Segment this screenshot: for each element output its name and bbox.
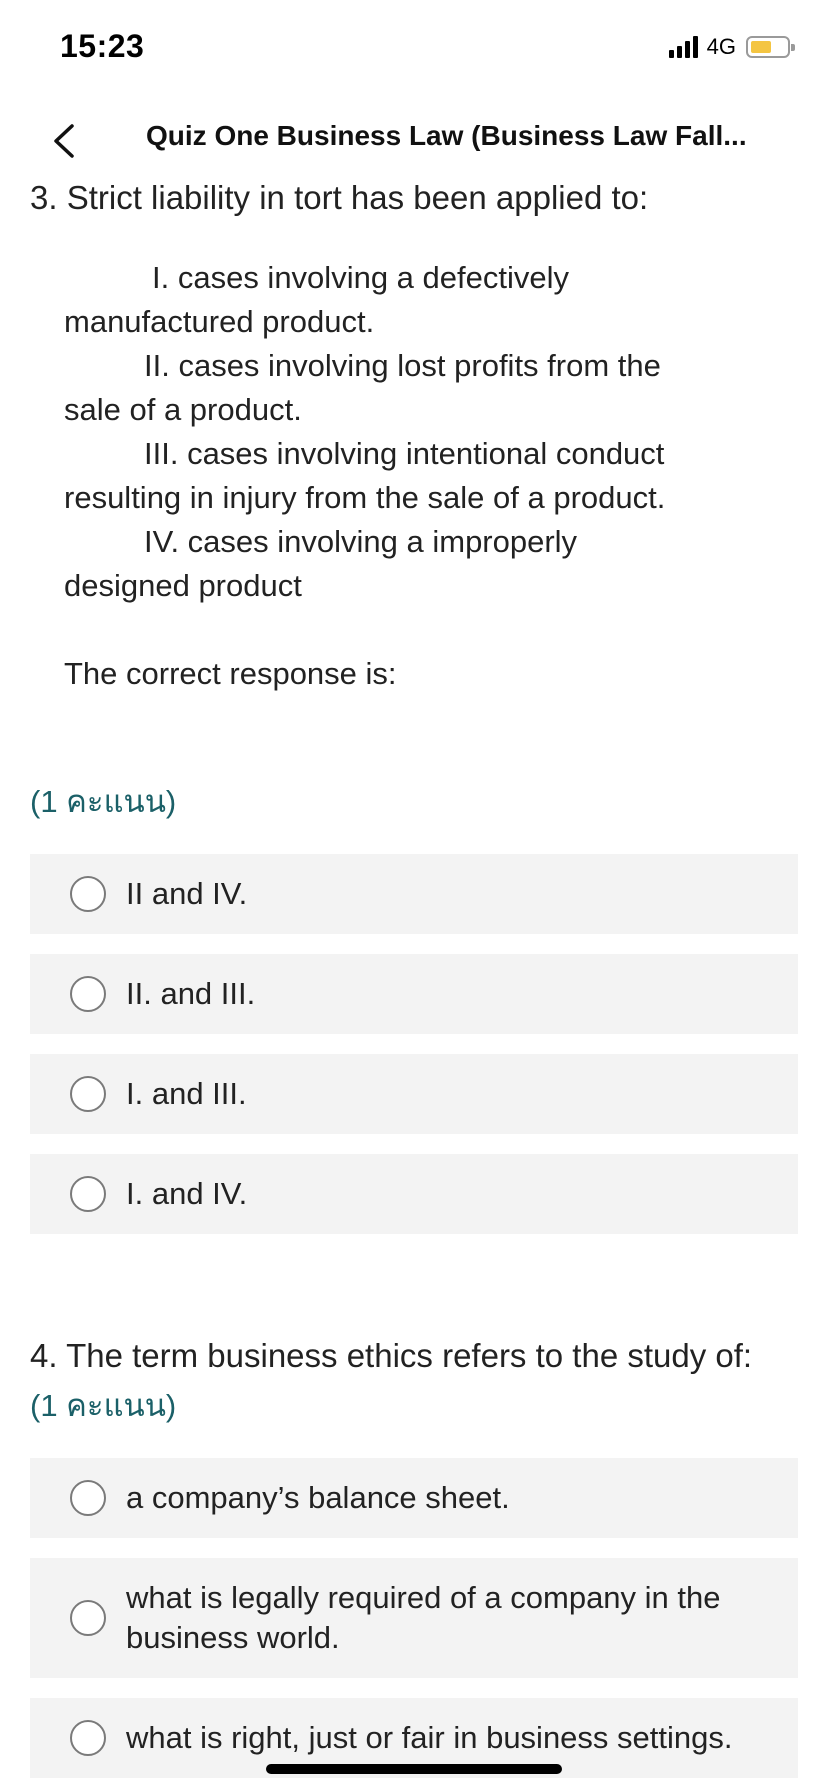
question-4-title: 4. The term business ethics refers to th… [30,1337,753,1374]
option-label: what is legally required of a company in… [126,1580,721,1655]
radio-button[interactable] [70,976,106,1012]
chevron-left-icon [54,124,74,158]
question-3-points: (1 คะแนน) [30,784,177,819]
statement-item: I. cases involving a defectively [152,260,569,295]
question-3-body: I. cases involving a defectively manufac… [64,256,764,696]
battery-icon [746,36,795,58]
radio-button[interactable] [70,1720,106,1756]
statement-item: IV. cases involving a improperly [144,524,578,559]
option-q4-a[interactable]: a company’s balance sheet. [30,1458,798,1538]
status-bar: 15:23 4G [0,0,828,100]
status-time: 15:23 [60,28,145,64]
statement-item: III. cases involving intentional conduct [144,436,665,471]
statement-item-cont: sale of a product. [64,392,302,427]
status-indicators: 4G [668,34,795,60]
statement-item-cont: designed product [64,568,302,603]
radio-button[interactable] [70,1176,106,1212]
option-q3-a[interactable]: II and IV. [30,854,798,934]
option-label: II and IV. [126,876,248,911]
question-4-points: (1 คะแนน) [30,1388,177,1423]
question-3-title: 3. Strict liability in tort has been app… [30,179,649,216]
app-header: Quiz One Business Law (Business Law Fall… [0,100,828,180]
radio-button[interactable] [70,1480,106,1516]
signal-icon [668,36,701,58]
radio-button[interactable] [70,1076,106,1112]
radio-button[interactable] [70,876,106,912]
page-title: Quiz One Business Law (Business Law Fall… [146,120,747,151]
option-label: I. and III. [126,1076,247,1111]
option-q3-b[interactable]: II. and III. [30,954,798,1034]
radio-button[interactable] [70,1600,106,1636]
back-button[interactable] [40,116,90,166]
statement-item-cont: resulting in injury from the sale of a p… [64,480,666,515]
option-q4-b[interactable]: what is legally required of a company in… [30,1558,798,1678]
option-q3-c[interactable]: I. and III. [30,1054,798,1134]
statement-item: II. cases involving lost profits from th… [144,348,661,383]
question-3-prompt: The correct response is: [64,656,397,691]
option-label: I. and IV. [126,1176,248,1211]
statement-item-cont: manufactured product. [64,304,375,339]
option-label: what is right, just or fair in business … [126,1720,733,1755]
option-q3-d[interactable]: I. and IV. [30,1154,798,1234]
option-label: a company’s balance sheet. [126,1480,510,1515]
network-type: 4G [706,34,736,59]
option-label: II. and III. [126,976,256,1011]
home-indicator [266,1764,562,1774]
